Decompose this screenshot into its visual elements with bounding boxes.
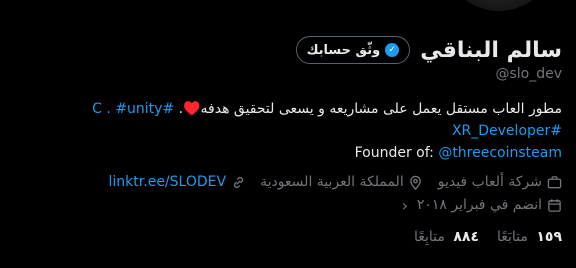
joined-text: انضم في فبراير ٢٠١٨ bbox=[416, 197, 542, 213]
followers-label: متابِعًا bbox=[414, 229, 445, 245]
website-link[interactable]: linktr.ee/SLODEV bbox=[109, 174, 227, 190]
verify-account-label: وثّق حسابك bbox=[306, 42, 381, 58]
category-item: شركة ألعاب فيديو bbox=[438, 174, 562, 190]
following-stat[interactable]: ١٥٩ متابَعًا bbox=[497, 229, 562, 245]
verify-account-button[interactable]: ✓ وثّق حسابك bbox=[295, 36, 411, 64]
chevron-left-icon[interactable]: ‹ bbox=[397, 196, 413, 215]
follow-stats: ١٥٩ متابَعًا ٨٨٤ متابِعًا bbox=[414, 229, 562, 245]
location-pin-icon bbox=[408, 174, 424, 190]
profile-name: سالم البناقي bbox=[420, 37, 562, 63]
profile-bio: مطور العاب مستقل يعمل على مشاريعه و يسعى… bbox=[14, 98, 562, 164]
followers-count: ٨٨٤ bbox=[453, 229, 479, 245]
bio-line-1: مطور العاب مستقل يعمل على مشاريعه و يسعى… bbox=[14, 98, 562, 120]
location-item: المملكة العربية السعودية bbox=[260, 174, 424, 190]
website-item[interactable]: linktr.ee/SLODEV bbox=[109, 174, 247, 190]
hashtag-unity[interactable]: #unity bbox=[115, 101, 162, 117]
profile-meta-row-2: انضم في فبراير ٢٠١٨ ‹ bbox=[397, 196, 562, 215]
link-icon bbox=[230, 174, 246, 190]
location-text: المملكة العربية السعودية bbox=[260, 174, 404, 190]
profile-handle: @slo_dev bbox=[495, 66, 562, 82]
avatar[interactable] bbox=[440, 0, 558, 14]
profile-header: سالم البناقي ✓ وثّق حسابك bbox=[295, 36, 562, 64]
following-count: ١٥٩ bbox=[536, 229, 562, 245]
founder-prefix: Founder of: bbox=[354, 145, 439, 161]
bio-line-2: #XR_Developer bbox=[14, 120, 562, 142]
category-text: شركة ألعاب فيديو bbox=[437, 174, 542, 190]
mention-threecoinsteam[interactable]: @threecoinsteam bbox=[438, 145, 562, 161]
heart-icon: ♥️ bbox=[183, 101, 201, 117]
hashtag-xr-developer[interactable]: #XR_Developer bbox=[452, 123, 562, 139]
followers-stat[interactable]: ٨٨٤ متابِعًا bbox=[414, 229, 479, 245]
joined-item: انضم في فبراير ٢٠١٨ ‹ bbox=[397, 196, 562, 215]
briefcase-icon bbox=[546, 174, 562, 190]
bio-text: مطور العاب مستقل يعمل على مشاريعه و يسعى… bbox=[200, 101, 562, 117]
following-label: متابَعًا bbox=[497, 229, 528, 245]
calendar-icon bbox=[546, 197, 562, 213]
profile-meta-row-1: شركة ألعاب فيديو المملكة العربية السعودي… bbox=[109, 174, 562, 190]
bio-line-3: Founder of: @threecoinsteam bbox=[14, 142, 562, 164]
verified-badge-icon: ✓ bbox=[385, 43, 400, 57]
